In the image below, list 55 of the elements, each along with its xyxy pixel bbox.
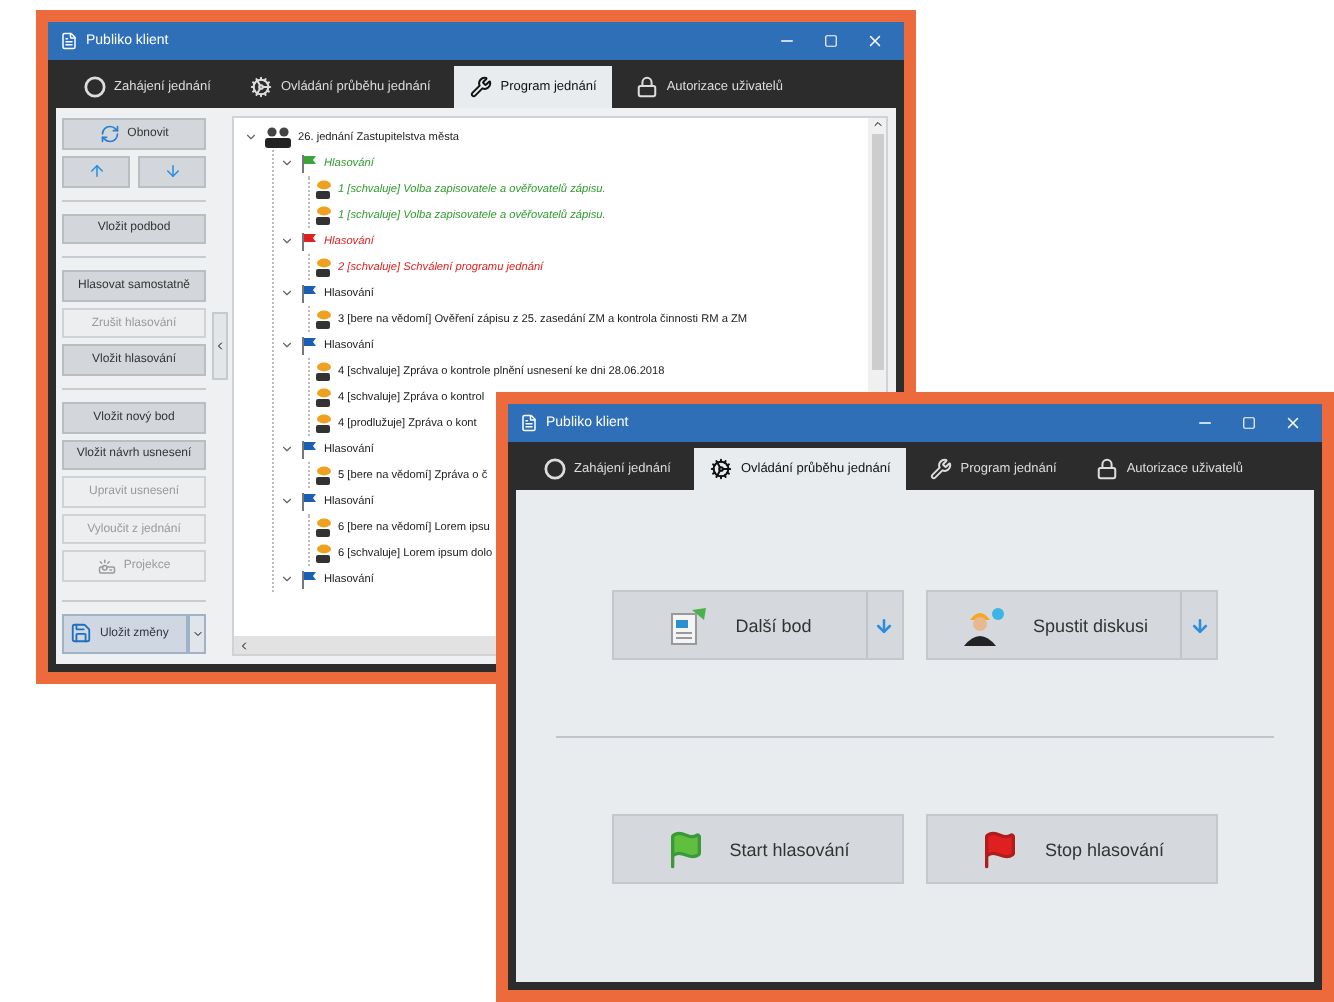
collapse-handle[interactable] bbox=[212, 312, 228, 380]
caret-icon[interactable] bbox=[279, 286, 293, 300]
person-icon bbox=[314, 361, 332, 381]
caret-icon[interactable] bbox=[279, 572, 293, 586]
person-icon bbox=[314, 387, 332, 407]
gear-icon bbox=[710, 458, 733, 480]
person-icon bbox=[314, 465, 332, 485]
refresh-icon bbox=[99, 123, 120, 144]
worker-icon bbox=[960, 603, 1009, 647]
arrow-down-icon bbox=[1189, 615, 1210, 635]
wrench-icon bbox=[930, 458, 953, 480]
ring-icon bbox=[544, 458, 566, 480]
flag-icon bbox=[980, 829, 1021, 869]
close-icon bbox=[1283, 414, 1301, 432]
document-icon bbox=[667, 603, 712, 647]
caret-icon[interactable] bbox=[279, 338, 293, 352]
close-icon bbox=[865, 32, 883, 50]
person-icon bbox=[314, 517, 332, 537]
action-button[interactable]: Další bod bbox=[611, 590, 904, 660]
gear-icon bbox=[250, 76, 273, 98]
flag-icon bbox=[665, 829, 706, 869]
caret-icon[interactable] bbox=[279, 442, 293, 456]
projector-icon bbox=[97, 557, 116, 576]
arrow-down-icon bbox=[163, 162, 181, 181]
wrench-icon bbox=[470, 76, 493, 98]
action-button[interactable]: Stop hlasování bbox=[926, 814, 1219, 884]
maximize-icon bbox=[823, 34, 837, 48]
caret-icon bbox=[214, 340, 226, 352]
person-icon bbox=[314, 179, 332, 199]
scroll-up-icon[interactable] bbox=[871, 118, 883, 130]
caret-icon bbox=[191, 627, 203, 640]
action-button[interactable]: Spustit diskusi bbox=[926, 590, 1219, 660]
scrollbar-thumb[interactable] bbox=[871, 134, 883, 370]
caret-icon[interactable] bbox=[243, 130, 257, 144]
person-icon bbox=[314, 543, 332, 563]
action-button[interactable]: Start hlasování bbox=[611, 814, 904, 884]
caret-icon[interactable] bbox=[279, 494, 293, 508]
ring-icon bbox=[84, 76, 106, 98]
scroll-left-icon[interactable] bbox=[238, 639, 250, 651]
caret-icon[interactable] bbox=[279, 156, 293, 170]
arrow-up-icon bbox=[87, 162, 105, 181]
lock-icon bbox=[1096, 458, 1119, 480]
arrow-down-icon bbox=[874, 615, 895, 635]
lock-icon bbox=[636, 76, 659, 98]
person-icon bbox=[314, 205, 332, 225]
person-icon bbox=[314, 309, 332, 329]
dropdown-button[interactable] bbox=[188, 613, 206, 654]
app-icon bbox=[520, 414, 538, 432]
people-icon bbox=[264, 126, 292, 148]
maximize-icon bbox=[1241, 416, 1255, 430]
person-icon bbox=[314, 413, 332, 433]
app-icon bbox=[60, 32, 78, 50]
person-icon bbox=[314, 257, 332, 277]
caret-icon[interactable] bbox=[279, 234, 293, 248]
floppy-icon bbox=[70, 622, 92, 645]
